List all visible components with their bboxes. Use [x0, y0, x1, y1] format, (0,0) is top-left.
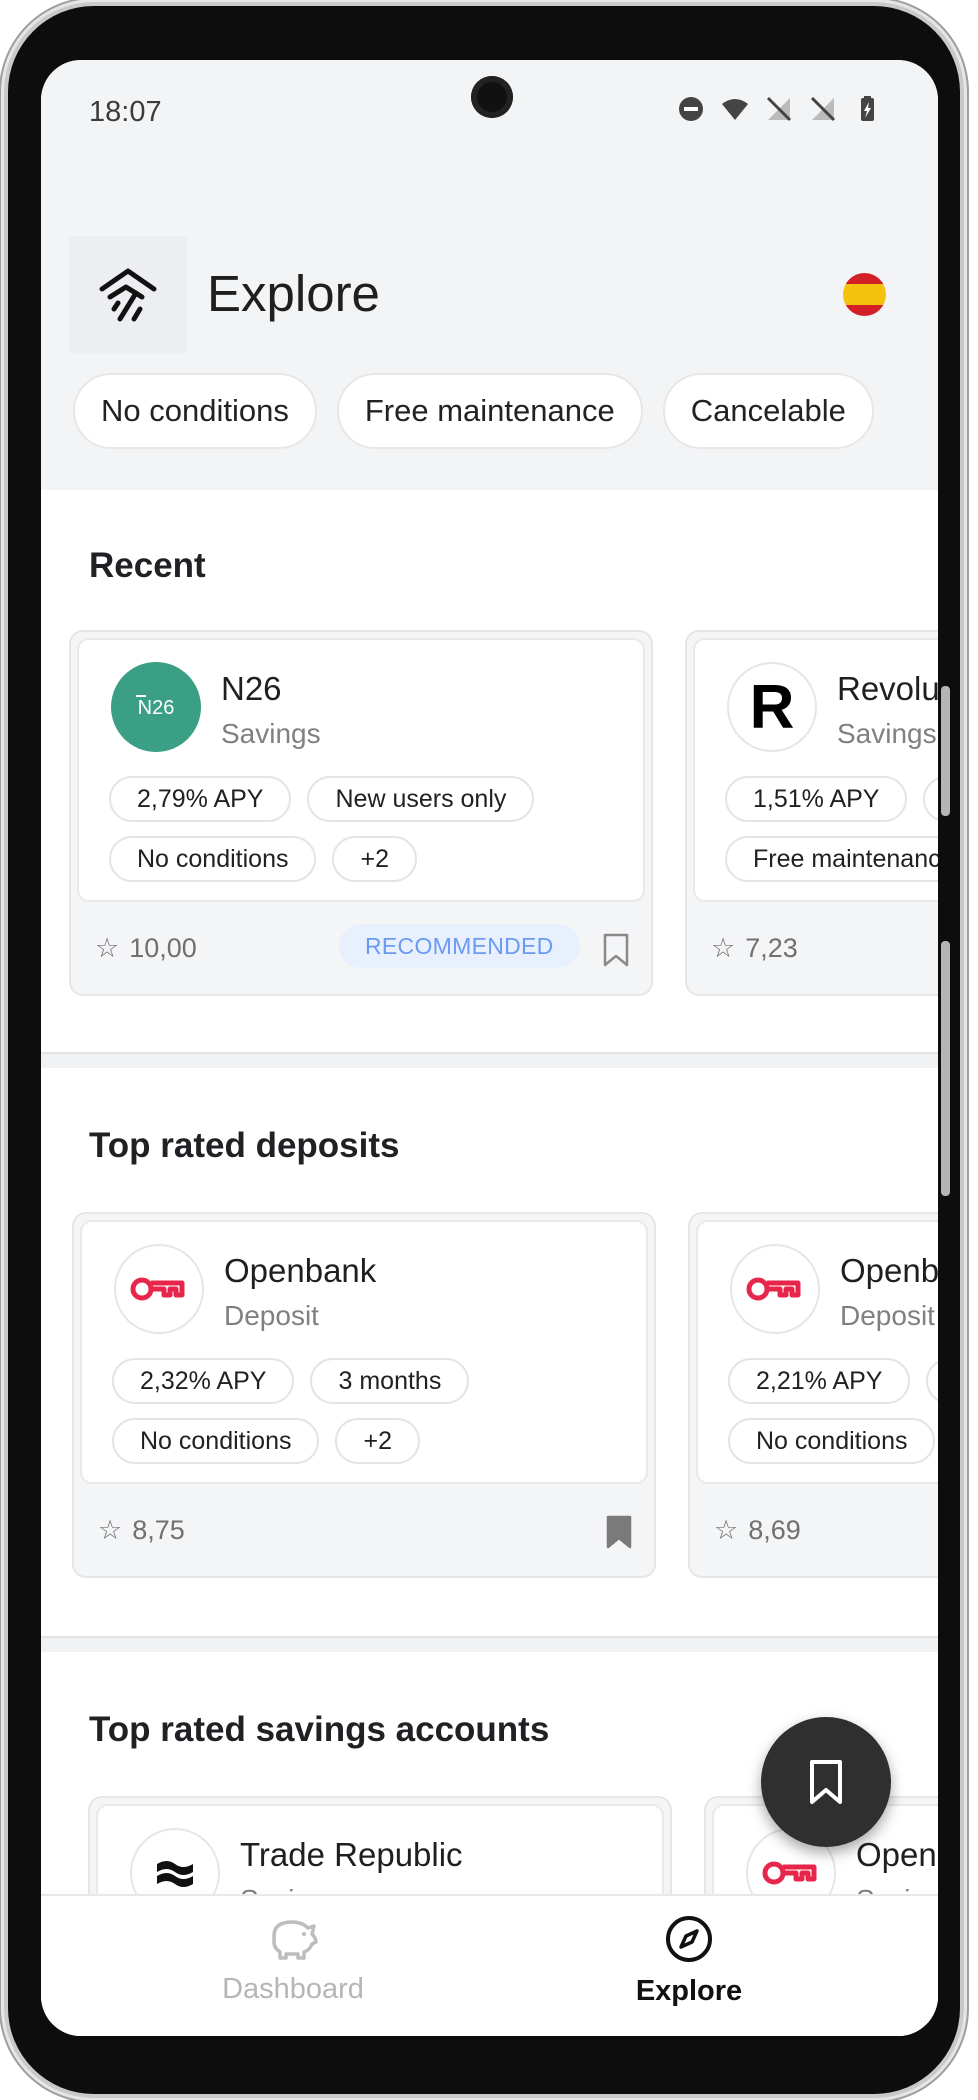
screen: 18:07 Explore No conditions Free mainten…: [41, 60, 938, 2036]
rating: ☆ 7,23: [711, 933, 798, 964]
bank-name: Revolut: [837, 670, 938, 707]
product-card-openbank[interactable]: Openbank Deposit 2,21% APY No conditions…: [688, 1212, 938, 1578]
saved-bookmarks-fab[interactable]: [761, 1717, 891, 1847]
card-body: Openbank Deposit 2,32% APY 3 months No c…: [80, 1220, 648, 1484]
bank-name: N26: [221, 670, 282, 707]
rating: ☆ 10,00: [95, 933, 197, 964]
do-not-disturb-icon: [679, 97, 703, 121]
compass-icon: [666, 1916, 712, 1962]
tag: Free maintenance: [725, 836, 938, 882]
power-button: [941, 686, 950, 816]
product-type: Savings: [837, 718, 937, 749]
svg-text:N26: N26: [138, 697, 175, 719]
tag-apy: 1,51% APY: [725, 776, 908, 822]
section-title: Recent: [89, 546, 206, 585]
card-body: R Revolut Savings 1,51% APY Free mainten…: [693, 638, 938, 902]
spain-flag-icon[interactable]: [843, 273, 886, 316]
card-body: Openbank Deposit 2,21% APY No conditions: [696, 1220, 938, 1484]
wifi-icon: [722, 99, 748, 120]
product-card-openbank[interactable]: Openbank Deposit 2,32% APY 3 months No c…: [72, 1212, 656, 1578]
tag: 3 months: [310, 1358, 470, 1404]
product-card-n26[interactable]: N26 N26 Savings 2,79% APY New users only…: [69, 630, 653, 996]
rating: ☆ 8,75: [98, 1515, 185, 1546]
tag-row: 2,79% APY New users only: [109, 776, 535, 822]
no-signal-icon: [810, 96, 836, 122]
filter-chip-no-conditions[interactable]: No conditions: [73, 373, 317, 449]
tag-apy: 2,32% APY: [112, 1358, 295, 1404]
section-title: Top rated savings accounts: [89, 1710, 550, 1749]
revolut-logo-icon: R: [727, 662, 817, 752]
status-bar: 18:07: [41, 60, 938, 160]
section-top-rated-deposits: Top rated deposits Openbank Deposit 2,32…: [41, 1068, 938, 1636]
tag-row: 2,32% APY 3 months: [112, 1358, 470, 1404]
product-type: Deposit: [224, 1300, 319, 1331]
card-body: N26 N26 Savings 2,79% APY New users only…: [77, 638, 645, 902]
bank-name: Trade Republic: [240, 1836, 463, 1873]
bank-name: Openbank: [856, 1836, 938, 1873]
tag: No conditions: [728, 1418, 936, 1464]
bank-name: Openbank: [840, 1252, 938, 1289]
bookmark-icon[interactable]: [601, 932, 631, 968]
status-icons: [676, 94, 882, 124]
star-icon: ☆: [98, 1515, 123, 1545]
front-camera: [471, 76, 513, 118]
volume-button: [941, 941, 950, 1196]
nav-label: Explore: [635, 1975, 743, 2007]
bookmark-icon: [810, 1760, 842, 1804]
tag: [926, 1358, 938, 1404]
star-icon: ☆: [714, 1515, 739, 1545]
section-divider: [41, 1052, 938, 1068]
product-type: Deposit: [840, 1300, 935, 1331]
tag: [923, 776, 938, 822]
no-signal-icon: [766, 96, 792, 122]
tag-more: +2: [332, 836, 417, 882]
tag: New users only: [307, 776, 535, 822]
bottom-navigation: Dashboard Explore: [41, 1894, 938, 2036]
filter-chip-cancelable[interactable]: Cancelable: [662, 373, 874, 449]
product-card-revolut[interactable]: R Revolut Savings 1,51% APY Free mainten…: [685, 630, 938, 996]
tag-row: No conditions +2: [109, 836, 417, 882]
section-title: Top rated deposits: [89, 1126, 400, 1165]
bank-name: Openbank: [224, 1252, 377, 1289]
rating-value: 8,75: [132, 1515, 185, 1545]
app-logo-icon[interactable]: [69, 236, 187, 354]
status-time: 18:07: [89, 96, 162, 128]
piggy-bank-icon: [272, 1920, 318, 1960]
openbank-logo-icon: [730, 1244, 820, 1334]
tag-row: 1,51% APY: [725, 776, 938, 822]
rating-value: 8,69: [748, 1515, 801, 1545]
section-recent: Recent N26 N26 Savings 2,79% APY New use…: [41, 490, 938, 1052]
section-divider: [41, 1636, 938, 1652]
nav-explore[interactable]: Explore: [539, 1914, 839, 2008]
tag-apy: 2,79% APY: [109, 776, 292, 822]
nav-dashboard[interactable]: Dashboard: [143, 1914, 443, 2006]
bookmark-filled-icon[interactable]: [604, 1514, 634, 1550]
tag-row: No conditions +2: [112, 1418, 420, 1464]
star-icon: ☆: [711, 933, 736, 963]
tag-row: No conditions: [728, 1418, 936, 1464]
product-type: Savings: [221, 718, 321, 749]
rating-value: 10,00: [129, 933, 197, 963]
header: Explore No conditions Free maintenance C…: [41, 160, 938, 490]
rating: ☆ 8,69: [714, 1515, 801, 1546]
tag: No conditions: [112, 1418, 320, 1464]
tag-row: Free maintenance: [725, 836, 938, 882]
recommended-badge: RECOMMENDED: [339, 924, 580, 968]
page-title: Explore: [207, 265, 380, 322]
star-icon: ☆: [95, 933, 120, 963]
rating-value: 7,23: [745, 933, 798, 963]
tag-apy: 2,21% APY: [728, 1358, 911, 1404]
filter-chips: No conditions Free maintenance Cancelabl…: [73, 373, 874, 449]
tag-more: +2: [335, 1418, 420, 1464]
n26-logo-icon: N26: [111, 662, 201, 752]
nav-label: Dashboard: [222, 1973, 364, 2005]
filter-chip-free-maintenance[interactable]: Free maintenance: [336, 373, 643, 449]
battery-charging-icon: [861, 96, 874, 121]
openbank-logo-icon: [114, 1244, 204, 1334]
tag-row: 2,21% APY: [728, 1358, 938, 1404]
device-frame: 18:07 Explore No conditions Free mainten…: [8, 6, 960, 2094]
tag: No conditions: [109, 836, 317, 882]
